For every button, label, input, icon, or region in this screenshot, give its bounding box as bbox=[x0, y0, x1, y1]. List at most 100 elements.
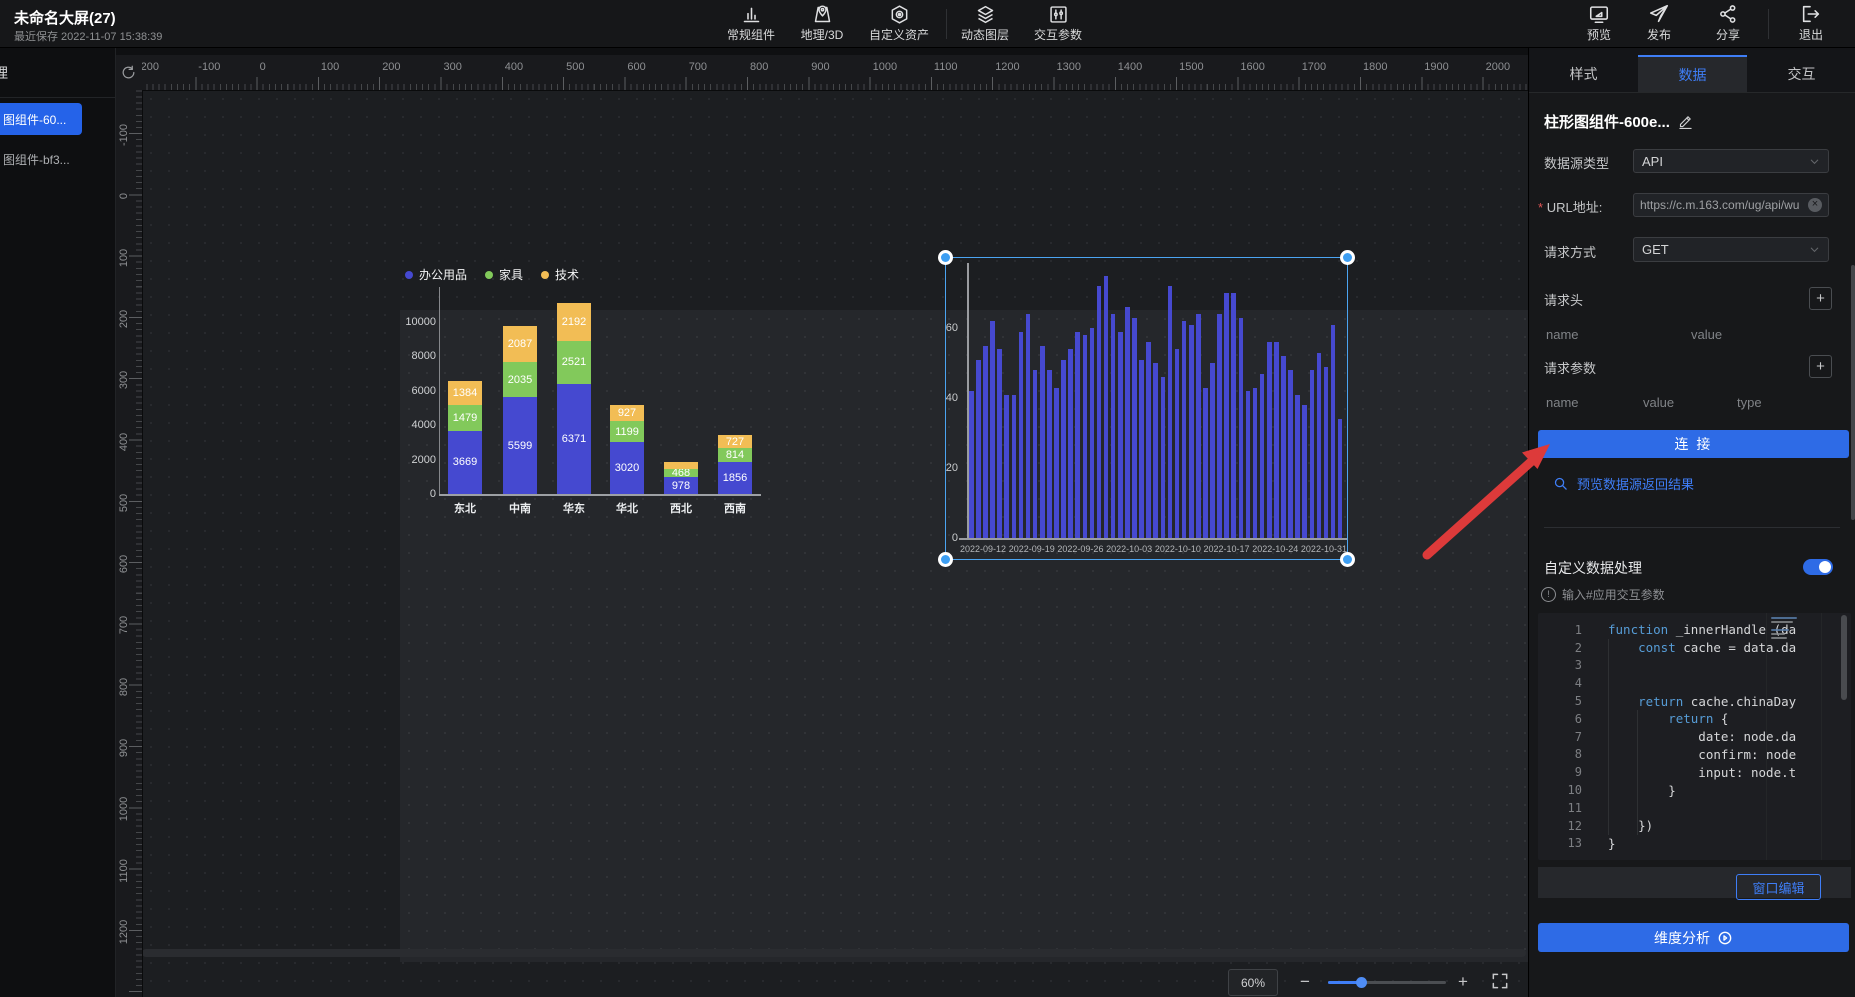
bar-segment: 978 bbox=[664, 477, 698, 494]
clear-input-icon[interactable]: × bbox=[1808, 198, 1822, 212]
method-label: 请求方式 bbox=[1544, 242, 1596, 261]
ruler-label: -100 bbox=[116, 114, 132, 156]
ruler-label: 1000 bbox=[873, 61, 897, 73]
dimension-analysis-button[interactable]: 维度分析 bbox=[1538, 923, 1849, 952]
edit-pencil-icon[interactable] bbox=[1678, 114, 1693, 129]
tool-map-pin[interactable]: 地理/3D bbox=[790, 0, 854, 47]
bar bbox=[976, 360, 981, 539]
url-input[interactable]: https://c.m.163.com/ug/api/wu × bbox=[1633, 193, 1829, 217]
ruler-label: 1700 bbox=[1302, 61, 1326, 73]
bar-segment bbox=[664, 462, 698, 469]
bar-segment: 1479 bbox=[448, 405, 482, 431]
tab-panel[interactable]: 交互 bbox=[1747, 55, 1855, 92]
bar bbox=[1253, 388, 1258, 539]
preview-datasource-link[interactable]: 预览数据源返回结果 bbox=[1553, 474, 1694, 493]
layer-item-label: 图组件-60... bbox=[3, 111, 66, 128]
y-axis-label: 20 bbox=[932, 462, 958, 474]
action-share-nodes[interactable]: 分享 bbox=[1690, 0, 1766, 47]
action-publish-plane[interactable]: 发布 bbox=[1628, 0, 1690, 47]
ruler-label: 1900 bbox=[1424, 61, 1448, 73]
header-col-value: value bbox=[1691, 327, 1722, 342]
screen-title: 未命名大屏(27) bbox=[14, 7, 116, 28]
layer-item[interactable]: 图组件-60... bbox=[0, 103, 82, 135]
x-axis-date-label: 2022-09-12 bbox=[960, 544, 1006, 554]
canvas-horizontal-scrollbar[interactable] bbox=[142, 949, 1526, 957]
add-header-button[interactable]: + bbox=[1809, 287, 1832, 310]
bar bbox=[1054, 388, 1059, 539]
x-axis-date-label: 2022-09-19 bbox=[1009, 544, 1055, 554]
tool-sliders[interactable]: 交互参数 bbox=[1021, 0, 1095, 47]
bar-segment: 1199 bbox=[610, 421, 644, 442]
zoom-level-box[interactable]: 60% bbox=[1228, 969, 1278, 996]
x-axis-date-label: 2022-10-17 bbox=[1204, 544, 1250, 554]
action-preview-monitor[interactable]: 预览 bbox=[1570, 0, 1628, 47]
stacked-bar-chart-component[interactable]: 办公用品家具技术 0200040006000800010000366914791… bbox=[400, 250, 780, 525]
code-editor[interactable]: 1function _innerHandle (da2 const cache … bbox=[1538, 613, 1851, 860]
bar bbox=[1260, 374, 1265, 539]
zoom-slider-knob[interactable] bbox=[1356, 977, 1367, 988]
connect-button[interactable]: 连 接 bbox=[1538, 430, 1849, 458]
window-edit-button[interactable]: 窗口编辑 bbox=[1736, 874, 1821, 900]
bar-segment: 3020 bbox=[610, 442, 644, 494]
header-col-name: name bbox=[1546, 327, 1579, 342]
chart-legend: 办公用品家具技术 bbox=[405, 266, 579, 283]
custom-process-toggle[interactable] bbox=[1803, 559, 1833, 575]
bar-segment: 1384 bbox=[448, 381, 482, 405]
y-axis-label: 2000 bbox=[400, 454, 436, 466]
method-select[interactable]: GET bbox=[1633, 237, 1829, 262]
code-line: 11 bbox=[1538, 799, 1851, 817]
bar bbox=[1267, 342, 1272, 538]
bar bbox=[1153, 363, 1158, 538]
component-name: 柱形图组件-600e... bbox=[1544, 111, 1670, 132]
tool-hexagon-asset[interactable]: 自定义资产 bbox=[854, 0, 944, 47]
bar bbox=[1075, 332, 1080, 539]
ruler-label: 800 bbox=[116, 666, 132, 708]
ruler-label: 700 bbox=[689, 61, 707, 73]
toolbar-divider bbox=[1768, 9, 1769, 39]
selection-handle-top-left[interactable] bbox=[938, 250, 953, 265]
bar bbox=[1083, 335, 1088, 538]
bar-segment: 468 bbox=[664, 469, 698, 477]
bar-segment: 2192 bbox=[557, 303, 591, 341]
chevron-down-icon bbox=[1809, 244, 1820, 255]
bar bbox=[990, 321, 995, 538]
section-divider bbox=[1544, 527, 1840, 528]
bar-segment: 6371 bbox=[557, 384, 591, 494]
ruler-reset-icon[interactable] bbox=[115, 55, 142, 90]
panel-scrollbar[interactable] bbox=[1851, 265, 1855, 520]
sliders-icon bbox=[1048, 4, 1069, 24]
add-param-button[interactable]: + bbox=[1809, 355, 1832, 378]
selection-handle-bottom-right[interactable] bbox=[1340, 552, 1355, 567]
vertical-ruler: -100010020030040050060070080090010001100… bbox=[115, 90, 143, 997]
tool-chart-bars[interactable]: 常规组件 bbox=[712, 0, 790, 47]
action-exit[interactable]: 退出 bbox=[1771, 0, 1851, 47]
editor-scrollbar[interactable] bbox=[1841, 615, 1847, 700]
selection-handle-top-right[interactable] bbox=[1340, 250, 1355, 265]
datasource-type-select[interactable]: API bbox=[1633, 149, 1829, 173]
tool-label: 自定义资产 bbox=[869, 26, 929, 43]
bar bbox=[1203, 388, 1208, 539]
y-axis-label: 0 bbox=[932, 532, 958, 544]
bar-segment: 727 bbox=[718, 435, 752, 448]
layer-item[interactable]: 图组件-bf3... bbox=[0, 143, 82, 175]
bar bbox=[1125, 307, 1130, 538]
daily-bar-chart-component[interactable]: 0204060 2022-09-122022-09-192022-09-2620… bbox=[945, 257, 1348, 560]
x-axis-date-label: 2022-09-26 bbox=[1057, 544, 1103, 554]
info-icon: ! bbox=[1541, 587, 1556, 602]
bar-segment: 2087 bbox=[503, 326, 537, 362]
tool-label: 动态图层 bbox=[961, 26, 1009, 43]
action-label: 退出 bbox=[1799, 26, 1823, 43]
tool-layers[interactable]: 动态图层 bbox=[949, 0, 1021, 47]
zoom-in-button[interactable]: + bbox=[1458, 972, 1468, 992]
fit-screen-icon[interactable] bbox=[1490, 971, 1510, 991]
bar bbox=[1217, 314, 1222, 538]
tab-panel[interactable]: 样式 bbox=[1529, 55, 1638, 92]
search-icon bbox=[1553, 476, 1568, 491]
ruler-label: 200 bbox=[382, 61, 400, 73]
selection-handle-bottom-left[interactable] bbox=[938, 552, 953, 567]
ruler-label: 1100 bbox=[934, 61, 958, 73]
tab-active-panel[interactable]: 数据 bbox=[1638, 55, 1747, 92]
bar bbox=[1224, 293, 1229, 538]
bar-segment: 2521 bbox=[557, 341, 591, 384]
zoom-out-button[interactable]: − bbox=[1300, 972, 1310, 992]
